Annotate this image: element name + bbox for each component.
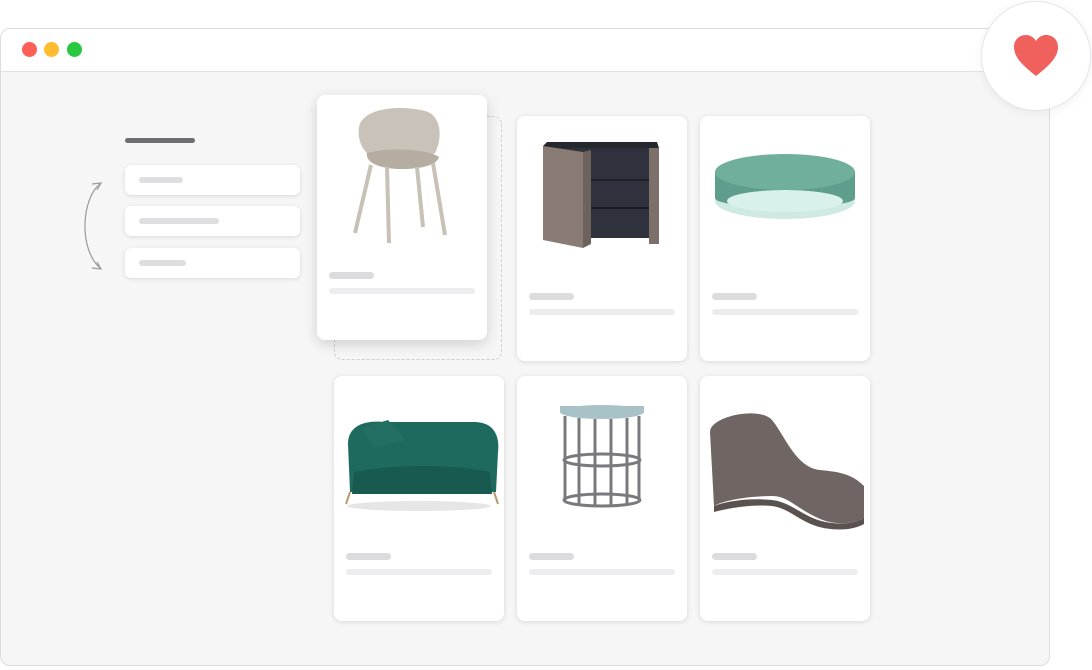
product-title-placeholder bbox=[712, 553, 757, 560]
product-title-placeholder bbox=[329, 272, 374, 279]
favorite-button[interactable] bbox=[981, 1, 1091, 111]
product-description-placeholder bbox=[712, 309, 858, 315]
title-bar bbox=[1, 29, 1049, 72]
sortable-list-item[interactable] bbox=[125, 248, 300, 278]
ceiling-lamp-icon bbox=[715, 154, 855, 219]
list-item-text-placeholder bbox=[139, 218, 219, 224]
product-title-placeholder bbox=[529, 293, 574, 300]
maximize-window-button[interactable] bbox=[67, 42, 82, 57]
product-title-placeholder bbox=[346, 553, 391, 560]
sortable-list-item[interactable] bbox=[125, 165, 300, 195]
close-window-button[interactable] bbox=[22, 42, 37, 57]
product-description-placeholder bbox=[329, 288, 475, 294]
minimize-window-button[interactable] bbox=[44, 42, 59, 57]
product-description-placeholder bbox=[346, 569, 492, 575]
product-title-placeholder bbox=[712, 293, 757, 300]
product-card[interactable] bbox=[517, 116, 687, 361]
chair-icon bbox=[353, 108, 447, 244]
side-table-icon bbox=[560, 405, 644, 508]
product-card[interactable] bbox=[334, 376, 504, 621]
product-description-placeholder bbox=[712, 569, 858, 575]
list-item-text-placeholder bbox=[139, 260, 186, 266]
product-description-placeholder bbox=[529, 309, 675, 315]
product-title-placeholder bbox=[529, 553, 574, 560]
sofa-icon bbox=[345, 420, 499, 511]
product-card[interactable] bbox=[700, 376, 870, 621]
lounge-chair-icon bbox=[710, 413, 864, 530]
list-heading-placeholder bbox=[125, 138, 195, 143]
product-description-placeholder bbox=[529, 569, 675, 575]
product-card[interactable] bbox=[517, 376, 687, 621]
sortable-list-item[interactable] bbox=[125, 206, 300, 236]
heart-icon bbox=[1014, 35, 1058, 76]
reorder-arrow-icon bbox=[84, 182, 103, 270]
nightstand-icon bbox=[543, 142, 659, 248]
product-card[interactable] bbox=[700, 116, 870, 361]
product-card[interactable] bbox=[317, 95, 487, 340]
list-item-text-placeholder bbox=[139, 177, 183, 183]
